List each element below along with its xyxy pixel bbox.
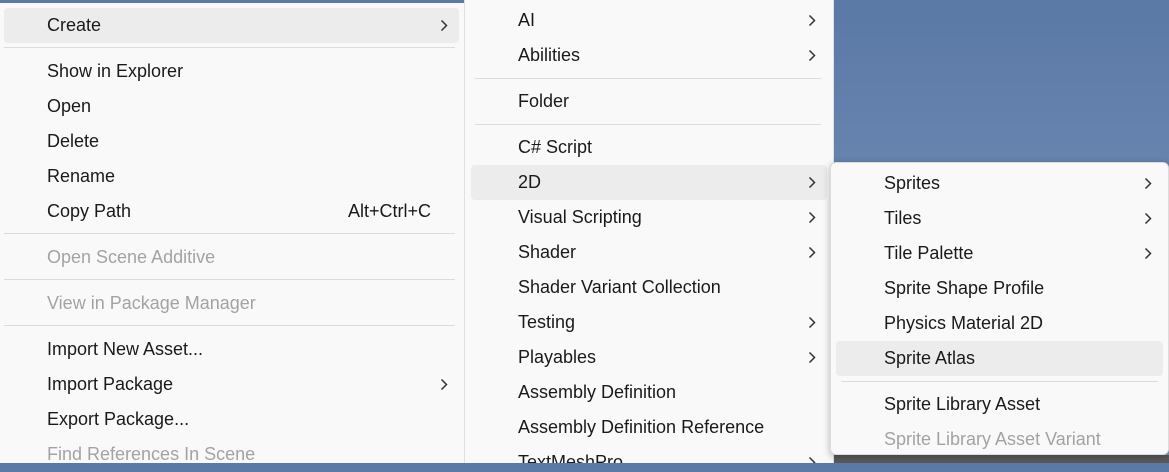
menu-item-shader-variant-collection[interactable]: Shader Variant Collection	[471, 270, 827, 305]
menu-item-label: View in Package Manager	[47, 293, 256, 313]
menu-item-sprite-library-asset-variant: Sprite Library Asset Variant	[836, 422, 1163, 457]
menu-item-physics-material-2d[interactable]: Physics Material 2D	[836, 306, 1163, 341]
menu-item-open-scene-additive: Open Scene Additive	[4, 240, 459, 275]
menu-item-label: Import New Asset...	[47, 339, 204, 359]
shortcut-label: Alt+Ctrl+C	[348, 201, 432, 221]
menu-item-label: Shader Variant Collection	[518, 277, 721, 297]
menu-item-label: Rename	[47, 166, 116, 186]
chevron-right-icon	[1142, 236, 1156, 271]
menu-item-ai[interactable]: AI	[471, 3, 827, 38]
menu-item-label: Visual Scripting	[518, 207, 642, 227]
menu-item-sprite-shape-profile[interactable]: Sprite Shape Profile	[836, 271, 1163, 306]
chevron-right-icon	[1142, 166, 1156, 201]
menu-item-label: Physics Material 2D	[884, 313, 1044, 333]
menu-item-label: Playables	[518, 347, 597, 367]
menu-item-export-package[interactable]: Export Package...	[4, 402, 459, 437]
menu-item-label: Shader	[518, 242, 577, 262]
menu-item-label: Open	[47, 96, 92, 116]
menu-item-copy-path[interactable]: Copy Path Alt+Ctrl+C	[4, 194, 459, 229]
menu-item-label: Delete	[47, 131, 100, 151]
menu-item-label: Tiles	[884, 208, 922, 228]
menu-item-view-in-package-manager: View in Package Manager	[4, 286, 459, 321]
menu-item-abilities[interactable]: Abilities	[471, 38, 827, 73]
menu-item-2d[interactable]: 2D	[471, 165, 827, 200]
menu-item-tile-palette[interactable]: Tile Palette	[836, 236, 1163, 271]
menu-separator	[4, 279, 455, 280]
menu-item-label: Copy Path	[47, 201, 132, 221]
menu-item-label: 2D	[518, 172, 542, 192]
menu-item-textmeshpro[interactable]: TextMeshPro	[471, 445, 827, 463]
menu-item-assembly-definition-reference[interactable]: Assembly Definition Reference	[471, 410, 827, 445]
menu-item-label: Assembly Definition	[518, 382, 677, 402]
menu-item-label: Sprites	[884, 173, 941, 193]
menu-item-find-references-in-scene: Find References In Scene	[4, 437, 459, 472]
menu-item-label: Find References In Scene	[47, 444, 256, 464]
project-context-menu: Create Show in Explorer Open Delete Rena…	[0, 0, 465, 464]
menu-item-label: Sprite Shape Profile	[884, 278, 1045, 298]
menu-separator	[4, 47, 455, 48]
menu-item-shader[interactable]: Shader	[471, 235, 827, 270]
menu-item-tiles[interactable]: Tiles	[836, 201, 1163, 236]
menu-separator	[841, 381, 1158, 382]
create-submenu: AI Abilities Folder C# Script 2D Visual …	[464, 0, 834, 463]
chevron-right-icon	[806, 445, 820, 463]
menu-item-label: Folder	[518, 91, 570, 111]
menu-item-label: C# Script	[518, 137, 593, 157]
menu-item-csharp-script[interactable]: C# Script	[471, 130, 827, 165]
chevron-right-icon	[806, 305, 820, 340]
menu-item-playables[interactable]: Playables	[471, 340, 827, 375]
menu-top-edge	[0, 0, 465, 3]
menu-item-label: Create	[47, 15, 102, 35]
menu-item-visual-scripting[interactable]: Visual Scripting	[471, 200, 827, 235]
menu-item-import-new-asset[interactable]: Import New Asset...	[4, 332, 459, 367]
menu-item-label: TextMeshPro	[518, 452, 624, 463]
menu-item-testing[interactable]: Testing	[471, 305, 827, 340]
menu-item-label: Testing	[518, 312, 576, 332]
menu-item-label: Show in Explorer	[47, 61, 184, 81]
chevron-right-icon	[806, 38, 820, 73]
chevron-right-icon	[806, 200, 820, 235]
chevron-right-icon	[1142, 201, 1156, 236]
menu-item-label: Sprite Atlas	[884, 348, 976, 368]
menu-item-create[interactable]: Create	[4, 8, 459, 43]
menu-item-sprites[interactable]: Sprites	[836, 166, 1163, 201]
menu-item-sprite-atlas[interactable]: Sprite Atlas	[836, 341, 1163, 376]
menu-separator	[4, 325, 455, 326]
menu-item-rename[interactable]: Rename	[4, 159, 459, 194]
menu-item-sprite-library-asset[interactable]: Sprite Library Asset	[836, 387, 1163, 422]
chevron-right-icon	[806, 165, 820, 200]
menu-separator	[475, 78, 821, 79]
menu-item-label: Export Package...	[47, 409, 190, 429]
menu-separator	[475, 124, 821, 125]
menu-item-label: Sprite Library Asset Variant	[884, 429, 1101, 449]
menu-item-label: Import Package	[47, 374, 174, 394]
menu-separator	[4, 233, 455, 234]
menu-item-label: Sprite Library Asset	[884, 394, 1041, 414]
chevron-right-icon	[806, 235, 820, 270]
menu-item-assembly-definition[interactable]: Assembly Definition	[471, 375, 827, 410]
chevron-right-icon	[806, 340, 820, 375]
menu-item-import-package[interactable]: Import Package	[4, 367, 459, 402]
menu-item-delete[interactable]: Delete	[4, 124, 459, 159]
menu-item-show-in-explorer[interactable]: Show in Explorer	[4, 54, 459, 89]
menu-item-label: Assembly Definition Reference	[518, 417, 765, 437]
chevron-right-icon	[806, 3, 820, 38]
menu-item-label: Abilities	[518, 45, 581, 65]
chevron-right-icon	[438, 8, 452, 43]
menu-item-folder[interactable]: Folder	[471, 84, 827, 119]
menu-item-open[interactable]: Open	[4, 89, 459, 124]
2d-submenu: Sprites Tiles Tile Palette Sprite Shape …	[830, 162, 1169, 455]
menu-item-label: Tile Palette	[884, 243, 974, 263]
menu-item-label: AI	[518, 10, 536, 30]
menu-item-label: Open Scene Additive	[47, 247, 216, 267]
chevron-right-icon	[438, 367, 452, 402]
